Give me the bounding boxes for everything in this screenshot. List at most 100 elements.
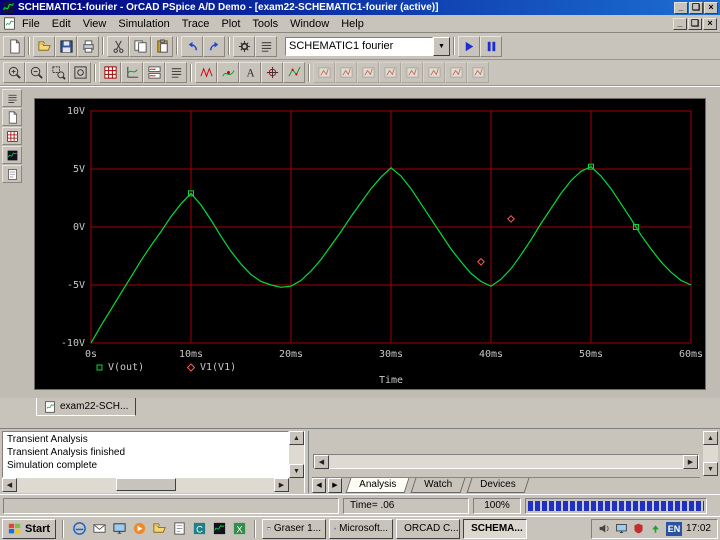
- quicklaunch-orcad-capture-button[interactable]: C: [190, 520, 208, 538]
- output-window-button[interactable]: [2, 89, 22, 107]
- tray-display[interactable]: [615, 522, 628, 535]
- simulation-profile-input[interactable]: [285, 36, 433, 56]
- schematic-page-button[interactable]: [2, 108, 22, 126]
- copy-button[interactable]: [129, 35, 151, 57]
- tab-devices[interactable]: Devices: [466, 478, 530, 493]
- scroll-up-icon[interactable]: ▲: [289, 431, 304, 445]
- scroll-down-icon[interactable]: ▼: [289, 464, 304, 478]
- simulation-settings-button[interactable]: [233, 35, 255, 57]
- view-netlist-icon: [171, 68, 181, 78]
- taskbar-task-schema[interactable]: SCHEMA...: [463, 518, 528, 539]
- scroll-down-icon[interactable]: ▼: [703, 462, 718, 476]
- add-trace-button[interactable]: [195, 62, 217, 83]
- simulation-log[interactable]: Transient Analysis Transient Analysis fin…: [2, 431, 289, 478]
- run-simulation-button[interactable]: [458, 35, 480, 57]
- view-netlist-button[interactable]: [165, 62, 187, 83]
- zoom-in-button[interactable]: [3, 62, 25, 83]
- scroll-right-icon[interactable]: ▶: [683, 455, 698, 469]
- start-button[interactable]: Start: [2, 518, 57, 539]
- mdi-restore-button[interactable]: ❑: [688, 17, 702, 30]
- watch-horizontal-scrollbar[interactable]: ◀ ▶: [313, 454, 699, 469]
- tabs-scroll-left-icon[interactable]: ◀: [312, 478, 326, 493]
- menu-plot[interactable]: Plot: [215, 17, 246, 31]
- taskbar-task-microsoft[interactable]: W Microsoft...: [329, 518, 394, 539]
- plot-grid-button[interactable]: [99, 62, 121, 83]
- watch-vertical-scrollbar[interactable]: ▲ ▼: [703, 431, 718, 476]
- cut-button[interactable]: [107, 35, 129, 57]
- view-output-file-icon: [261, 41, 271, 52]
- tabs-scroll-right-icon[interactable]: ▶: [328, 478, 342, 493]
- tab-exam22-schematic1[interactable]: exam22-SCH...: [36, 398, 137, 416]
- quicklaunch-internet-explorer-button[interactable]: [70, 520, 88, 538]
- menu-edit[interactable]: Edit: [46, 17, 77, 31]
- scrollbar-thumb[interactable]: [115, 478, 176, 491]
- zoom-out-button[interactable]: [25, 62, 47, 83]
- tray-updates[interactable]: [649, 522, 662, 535]
- scroll-left-icon[interactable]: ◀: [2, 478, 17, 492]
- open-file-button[interactable]: [33, 35, 55, 57]
- minimize-button[interactable]: _: [674, 1, 688, 14]
- paste-icon: [156, 38, 168, 53]
- quicklaunch-spreadsheet-button[interactable]: X: [230, 520, 248, 538]
- paste-button[interactable]: [151, 35, 173, 57]
- pause-simulation-button[interactable]: [480, 35, 502, 57]
- menu-trace[interactable]: Trace: [176, 17, 216, 31]
- tray-antivirus[interactable]: [632, 522, 645, 535]
- status-message-panel: [3, 497, 339, 514]
- menu-file[interactable]: File: [16, 17, 46, 31]
- print-button[interactable]: [77, 35, 99, 57]
- language-indicator[interactable]: EN: [665, 521, 682, 536]
- eval-goal-function-button[interactable]: [217, 62, 239, 83]
- menu-simulation[interactable]: Simulation: [112, 17, 175, 31]
- tray-volume[interactable]: [598, 522, 611, 535]
- cursor-point-icon: [427, 67, 441, 78]
- simulation-queue-button[interactable]: [2, 127, 22, 145]
- add-plot-button[interactable]: [143, 62, 165, 83]
- toggle-cursor-button[interactable]: [261, 62, 283, 83]
- new-simulation-button[interactable]: [3, 35, 25, 57]
- waveform-chart[interactable]: 0s 10ms 20ms 30ms 40ms 50ms 60ms 10V 5V 0V -5V -10V…: [35, 99, 705, 389]
- mdi-minimize-button[interactable]: _: [673, 17, 687, 30]
- redo-button[interactable]: [203, 35, 225, 57]
- watch-list-button[interactable]: [2, 165, 22, 183]
- zoom-area-button[interactable]: [47, 62, 69, 83]
- taskbar-task-graser1[interactable]: Graser 1...: [262, 518, 327, 539]
- quicklaunch-media-player-button[interactable]: [130, 520, 148, 538]
- menu-tools[interactable]: Tools: [246, 17, 284, 31]
- close-button[interactable]: ×: [704, 1, 718, 14]
- restore-button[interactable]: ❑: [689, 1, 703, 14]
- add-y-axis-icon: [126, 66, 138, 78]
- data-file-button[interactable]: [2, 146, 22, 164]
- zoom-fit-button[interactable]: [69, 62, 91, 83]
- scroll-left-icon[interactable]: ◀: [314, 455, 329, 469]
- scroll-up-icon[interactable]: ▲: [703, 431, 718, 445]
- quicklaunch-outlook-mail-button[interactable]: [90, 520, 108, 538]
- pane-splitter[interactable]: [304, 431, 309, 493]
- log-horizontal-scrollbar[interactable]: ◀ ▶: [2, 478, 289, 493]
- taskbar-task-orcadc[interactable]: CORCAD C...: [396, 518, 461, 539]
- undo-button[interactable]: [181, 35, 203, 57]
- quicklaunch-pspice-button[interactable]: [210, 520, 228, 538]
- view-output-file-button[interactable]: [255, 35, 277, 57]
- mark-data-points-button[interactable]: [283, 62, 305, 83]
- add-y-axis-button[interactable]: [121, 62, 143, 83]
- menu-view[interactable]: View: [77, 17, 113, 31]
- save-file-button[interactable]: [55, 35, 77, 57]
- insert-text-label-button[interactable]: A: [239, 62, 261, 83]
- menu-help[interactable]: Help: [335, 17, 370, 31]
- progress-bar: [528, 500, 704, 511]
- tab-watch[interactable]: Watch: [410, 478, 466, 493]
- waveform-plot-area[interactable]: 0s 10ms 20ms 30ms 40ms 50ms 60ms 10V 5V 0V -5V -10V…: [34, 98, 706, 390]
- profile-dropdown-icon[interactable]: ▼: [433, 36, 450, 56]
- log-vertical-scrollbar[interactable]: ▲ ▼: [289, 431, 304, 478]
- tab-analysis[interactable]: Analysis: [345, 478, 410, 493]
- menu-window[interactable]: Window: [284, 17, 335, 31]
- toolbar-separator: [308, 63, 310, 82]
- quicklaunch-folder-button[interactable]: [150, 520, 168, 538]
- quicklaunch-notepad-button[interactable]: [170, 520, 188, 538]
- mdi-close-button[interactable]: ×: [703, 17, 717, 30]
- scroll-right-icon[interactable]: ▶: [274, 478, 289, 492]
- quicklaunch-show-desktop-button[interactable]: [110, 520, 128, 538]
- cursor-min-button: [379, 62, 401, 83]
- log-line: Simulation complete: [7, 460, 98, 471]
